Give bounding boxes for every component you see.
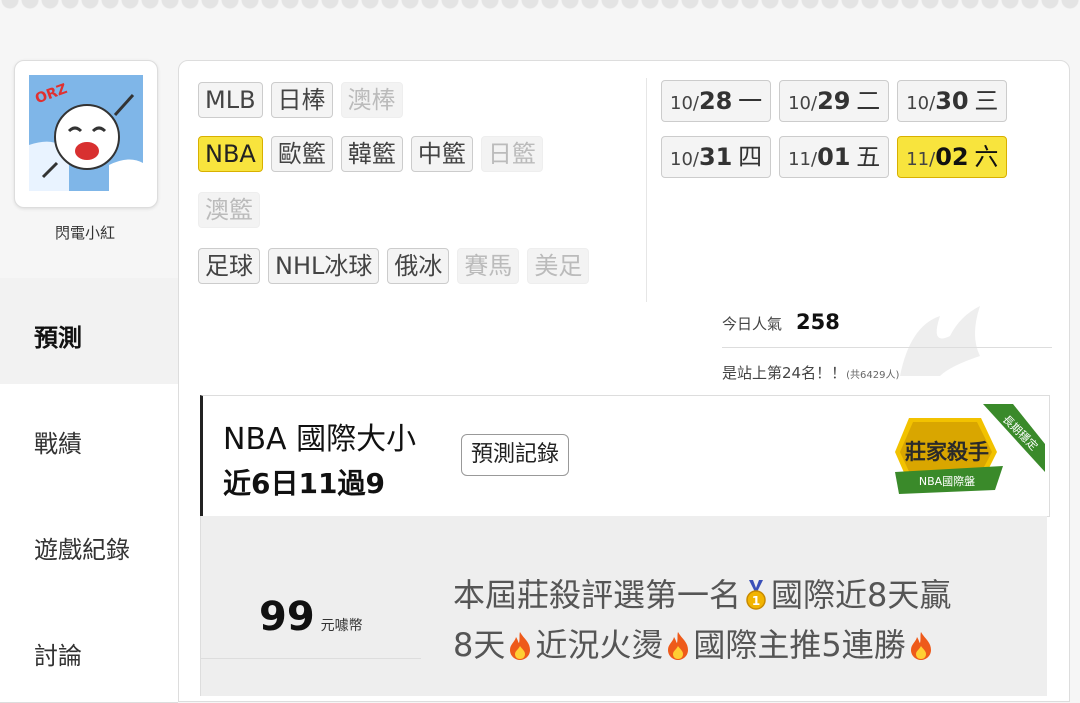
price-value: 99	[259, 594, 315, 640]
site-rank: 是站上第24名！！(共6429人)	[722, 362, 899, 383]
date-tab-1030[interactable]: 10/30 三	[897, 80, 1008, 122]
date-month: 11/	[906, 149, 936, 170]
avatar-card[interactable]: ORZ	[14, 60, 158, 208]
popularity-label: 今日人氣	[722, 315, 783, 333]
league-tab-aus-basketball: 澳籃	[198, 192, 260, 228]
desc-text: 本屆莊殺評選第一名	[453, 576, 742, 614]
popularity-value: 258	[796, 310, 840, 334]
league-tab-japan-basketball: 日籃	[480, 136, 543, 172]
date-tab-1101[interactable]: 11/01 五	[779, 136, 890, 178]
divider	[201, 658, 421, 659]
sidebar-item-game-log[interactable]: 遊戲紀錄	[0, 490, 178, 597]
league-tab-korea-basketball[interactable]: 韓籃	[340, 136, 403, 172]
badge-main-text: 莊家殺手	[905, 440, 989, 464]
fire-icon	[910, 632, 931, 660]
league-tab-nba[interactable]: NBA	[198, 136, 263, 172]
league-tab-abl: 澳棒	[340, 82, 403, 118]
prediction-description: 本屆莊殺評選第一名 1 國際近8天贏 8天 近況火燙 國際主推5連勝	[453, 570, 1023, 670]
league-tab-euro-basketball[interactable]: 歐籃	[270, 136, 333, 172]
date-month: 10/	[670, 149, 699, 170]
date-day: 30	[935, 87, 969, 115]
divider	[722, 347, 1052, 348]
prediction-detail: 99 元噱幣 本屆莊殺評選第一名 1 國際近8天贏 8天 近況火燙 國際主推5連勝	[200, 516, 1047, 696]
desc-text: 近況火燙	[535, 626, 664, 664]
league-tab-khl[interactable]: 俄冰	[387, 248, 450, 284]
date-month: 10/	[906, 93, 936, 114]
prediction-record-button[interactable]: 預測記錄	[461, 434, 570, 476]
league-tab-nfl: 美足	[527, 248, 590, 284]
divider	[646, 78, 647, 302]
fire-icon	[668, 632, 689, 660]
rank-total: (共6429人)	[846, 370, 900, 381]
avatar: ORZ	[29, 75, 143, 191]
username: 閃電小紅	[54, 224, 115, 242]
price-unit: 元噱幣	[320, 618, 363, 634]
price: 99 元噱幣	[259, 594, 363, 640]
date-weekday: 三	[974, 87, 999, 115]
league-tab-npb[interactable]: 日棒	[270, 82, 333, 118]
date-tab-1102[interactable]: 11/02 六	[897, 136, 1008, 178]
rank-text: 是站上第24名！！	[722, 364, 847, 382]
gold-medal-icon: 1	[746, 580, 766, 610]
league-tab-china-basketball[interactable]: 中籃	[410, 136, 473, 172]
top-decoration	[0, 0, 1080, 22]
league-tab-nhl[interactable]: NHL冰球	[268, 248, 380, 284]
svg-text:1: 1	[752, 594, 760, 608]
prediction-title: NBA 國際大小	[223, 422, 417, 457]
prediction-streak: 近6日11過9	[223, 467, 385, 500]
date-day: 02	[935, 143, 969, 171]
date-month: 11/	[788, 149, 818, 170]
fire-icon	[510, 632, 531, 660]
league-tab-mlb[interactable]: MLB	[198, 82, 263, 118]
date-month: 10/	[788, 93, 818, 114]
date-tab-1028[interactable]: 10/28 一	[661, 80, 772, 122]
desc-text: 8天	[453, 626, 506, 664]
badge-sub-text: NBA國際盤	[919, 475, 975, 488]
date-tab-1029[interactable]: 10/29 二	[779, 80, 890, 122]
banker-killer-badge: 莊家殺手 NBA國際盤 長期穩定	[895, 404, 1045, 494]
sidebar-item-label: 預測	[34, 324, 82, 352]
desc-text: 國際近8天贏	[771, 576, 952, 614]
sidebar-item-discussion[interactable]: 討論	[0, 596, 178, 703]
sidebar-item-record[interactable]: 戰績	[0, 384, 178, 491]
league-tab-soccer[interactable]: 足球	[198, 248, 260, 284]
date-tab-1031[interactable]: 10/31 四	[661, 136, 772, 178]
sidebar-item-label: 遊戲紀錄	[34, 536, 130, 564]
date-weekday: 五	[856, 143, 881, 171]
date-day: 01	[817, 143, 851, 171]
date-day: 28	[698, 87, 733, 115]
date-weekday: 四	[738, 143, 763, 171]
date-weekday: 六	[974, 143, 999, 171]
sidebar-item-label: 戰績	[34, 430, 82, 458]
date-month: 10/	[670, 93, 699, 114]
date-weekday: 一	[738, 87, 763, 115]
date-day: 29	[817, 87, 851, 115]
date-weekday: 二	[856, 87, 881, 115]
prediction-header: NBA 國際大小 近6日11過9 預測記錄 莊家殺手 NBA國際盤 長期穩定	[200, 395, 1050, 517]
sidebar-item-predict[interactable]: 預測	[0, 278, 178, 385]
sidebar-item-label: 討論	[34, 642, 82, 670]
popularity: 今日人氣 258	[722, 310, 840, 334]
date-day: 31	[698, 143, 733, 171]
league-tab-horse-racing: 賽馬	[457, 248, 520, 284]
desc-text: 國際主推5連勝	[693, 626, 906, 664]
